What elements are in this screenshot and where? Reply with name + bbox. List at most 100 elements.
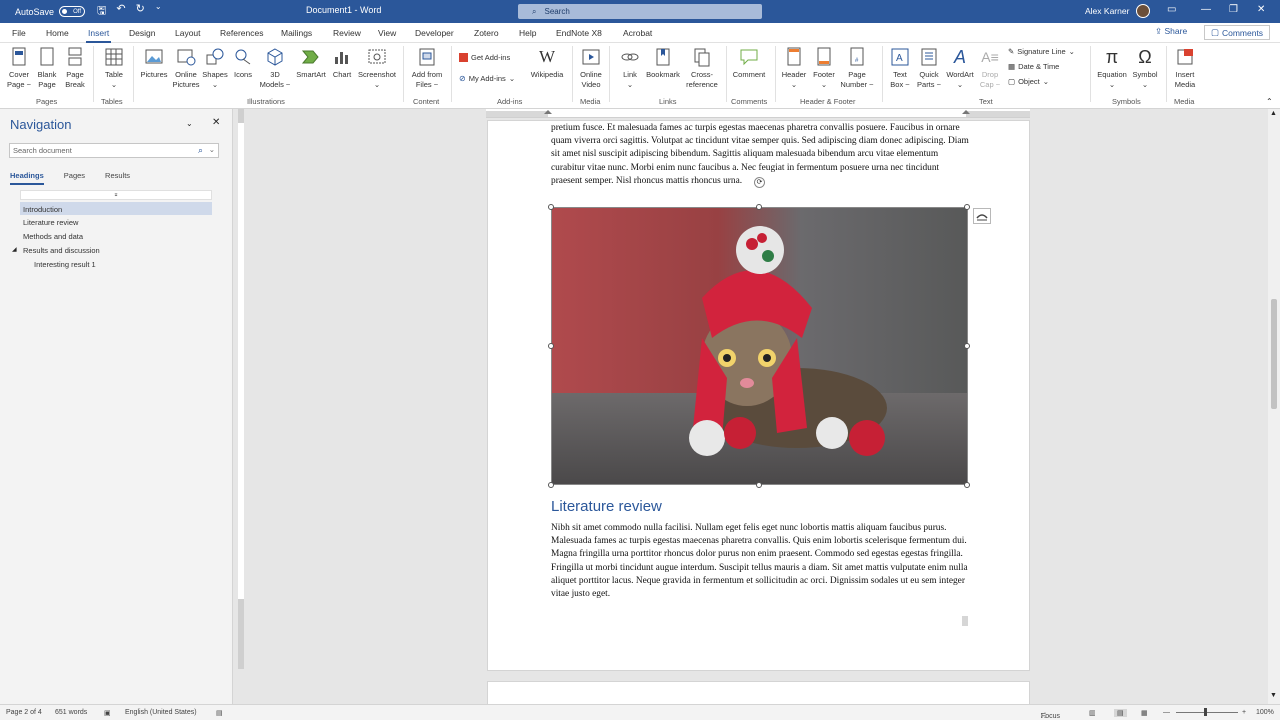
zoom-in-icon[interactable]: + — [1242, 709, 1246, 716]
tab-mailings[interactable]: Mailings — [281, 28, 312, 38]
blank-page-button[interactable]: Blank Page — [34, 47, 60, 90]
cross-reference-button[interactable]: Cross-reference — [683, 47, 721, 90]
web-layout-icon[interactable]: ▦ — [1141, 709, 1148, 717]
nav-heading-methods-data[interactable]: Methods and data — [23, 232, 83, 241]
nav-heading-literature-review[interactable]: Literature review — [23, 218, 78, 227]
resize-handle[interactable] — [548, 343, 554, 349]
body-paragraph[interactable]: Nibh sit amet commodo nulla facilisi. Nu… — [551, 522, 971, 601]
autosave[interactable]: AutoSave Off — [15, 6, 86, 17]
tab-acrobat[interactable]: Acrobat — [623, 28, 652, 38]
tab-layout[interactable]: Layout — [175, 28, 201, 38]
link-button[interactable]: Link ⌄ — [616, 47, 644, 90]
resize-handle[interactable] — [756, 204, 762, 210]
wikipedia-button[interactable]: W Wikipedia — [528, 47, 566, 80]
screenshot-button[interactable]: Screenshot ⌄ — [356, 47, 398, 90]
chart-button[interactable]: Chart — [329, 47, 355, 80]
scroll-up-icon[interactable]: ▲ — [1270, 110, 1277, 117]
rotate-handle-icon[interactable]: ⟳ — [754, 177, 765, 188]
customize-qat-icon[interactable]: ⌄ — [155, 2, 162, 21]
drop-cap-button[interactable]: A≡ Drop Cap ~ — [977, 47, 1003, 90]
cat-picture[interactable] — [551, 207, 968, 485]
add-from-files-button[interactable]: Add from Files ~ — [408, 47, 446, 90]
comments-button[interactable]: ▢ Comments — [1204, 25, 1270, 40]
undo-icon[interactable]: ↶ — [116, 2, 125, 21]
quick-parts-button[interactable]: Quick Parts ~ — [914, 47, 944, 90]
footer-button[interactable]: Footer ⌄ — [810, 47, 838, 90]
wordart-button[interactable]: A WordArt ⌄ — [944, 47, 976, 90]
tab-pages[interactable]: Pages — [64, 171, 85, 185]
print-layout-icon[interactable]: ▤ — [1114, 709, 1127, 717]
resize-handle[interactable] — [756, 482, 762, 488]
nav-heading-results-discussion[interactable]: Results and discussion — [23, 246, 100, 255]
accessibility-icon[interactable]: ▤ — [216, 709, 223, 717]
text-box-button[interactable]: A Text Box ~ — [886, 47, 914, 90]
scrollbar-thumb[interactable] — [1271, 299, 1277, 409]
section-heading[interactable]: Literature review — [551, 498, 662, 515]
equation-button[interactable]: π Equation ⌄ — [1094, 47, 1130, 90]
user-name[interactable]: Alex Karner — [1085, 6, 1129, 16]
redo-icon[interactable]: ↻ — [136, 2, 145, 21]
object-button[interactable]: ▢ Object ⌄ — [1008, 77, 1049, 86]
nav-heading-introduction[interactable]: Introduction — [20, 202, 212, 215]
layout-options-button[interactable] — [973, 208, 991, 224]
search-document-input[interactable]: Search document ⌕ ⌄ — [9, 143, 219, 158]
language-indicator[interactable]: English (United States) — [125, 709, 197, 716]
3d-models-button[interactable]: 3D Models ~ — [257, 47, 293, 90]
pane-options-icon[interactable]: ⌄ — [186, 119, 193, 128]
proofing-icon[interactable]: ▣ — [104, 709, 111, 717]
date-time-button[interactable]: ▦ Date & Time — [1008, 62, 1059, 71]
resize-handle[interactable] — [964, 204, 970, 210]
page-indicator[interactable]: Page 2 of 4 — [6, 709, 42, 716]
pictures-button[interactable]: Pictures — [138, 47, 170, 80]
bookmark-button[interactable]: Bookmark — [644, 47, 682, 80]
tab-developer[interactable]: Developer — [415, 28, 454, 38]
tab-file[interactable]: File — [12, 28, 26, 38]
zoom-slider-thumb[interactable] — [1204, 708, 1207, 716]
expand-icon[interactable]: ◢ — [12, 246, 17, 253]
chevron-down-icon[interactable]: ⌄ — [209, 145, 215, 154]
header-button[interactable]: Header ⌄ — [779, 47, 809, 90]
vertical-scrollbar[interactable]: ▲ ▼ — [1268, 109, 1280, 704]
nav-heading-interesting-result[interactable]: Interesting result 1 — [34, 260, 96, 269]
tab-review[interactable]: Review — [333, 28, 361, 38]
close-pane-icon[interactable]: ✕ — [212, 117, 220, 128]
read-mode-icon[interactable]: ▥ — [1089, 709, 1096, 717]
zoom-out-icon[interactable]: — — [1163, 709, 1170, 716]
search-input[interactable]: ⌕ Search — [518, 4, 762, 19]
new-comment-button[interactable]: Comment — [729, 47, 769, 80]
scroll-up-icon[interactable]: ⌅ — [20, 190, 212, 200]
page-break-button[interactable]: Page Break — [62, 47, 88, 90]
autosave-toggle[interactable]: Off — [59, 6, 86, 17]
avatar[interactable] — [1136, 4, 1150, 18]
tab-headings[interactable]: Headings — [10, 171, 44, 185]
symbol-button[interactable]: Ω Symbol ⌄ — [1130, 47, 1160, 90]
cover-page-button[interactable]: Cover Page ~ — [5, 47, 33, 90]
resize-handle[interactable] — [548, 482, 554, 488]
resize-handle[interactable] — [964, 343, 970, 349]
tab-view[interactable]: View — [378, 28, 396, 38]
online-pictures-button[interactable]: Online Pictures — [171, 47, 201, 90]
tab-results[interactable]: Results — [105, 171, 130, 185]
my-addins-button[interactable]: ⊘ My Add-ins ⌄ — [459, 74, 515, 83]
resize-handle[interactable] — [548, 204, 554, 210]
share-button[interactable]: ⇪ Share — [1155, 26, 1187, 37]
tab-references[interactable]: References — [220, 28, 263, 38]
zoom-level[interactable]: 100% — [1256, 709, 1274, 716]
tab-design[interactable]: Design — [129, 28, 155, 38]
word-count[interactable]: 651 words — [55, 709, 87, 716]
resize-handle[interactable] — [964, 482, 970, 488]
smartart-button[interactable]: SmartArt — [294, 47, 328, 80]
collapse-ribbon-icon[interactable]: ⌃ — [1266, 97, 1273, 106]
tab-help[interactable]: Help — [519, 28, 536, 38]
scroll-down-icon[interactable]: ▼ — [1270, 692, 1277, 699]
minimize-icon[interactable]: — — [1201, 4, 1211, 15]
tab-insert[interactable]: Insert — [85, 28, 112, 43]
zoom-slider[interactable] — [1176, 712, 1238, 713]
online-video-button[interactable]: Online Video — [576, 47, 606, 90]
tab-home[interactable]: Home — [46, 28, 69, 38]
save-icon[interactable]: 🖫 — [97, 2, 106, 21]
tab-endnote[interactable]: EndNote X8 — [556, 28, 602, 38]
ribbon-display-options-icon[interactable]: ▭ — [1167, 4, 1176, 15]
icons-button[interactable]: Icons — [231, 47, 255, 80]
insert-media-button[interactable]: Insert Media — [1170, 47, 1200, 90]
